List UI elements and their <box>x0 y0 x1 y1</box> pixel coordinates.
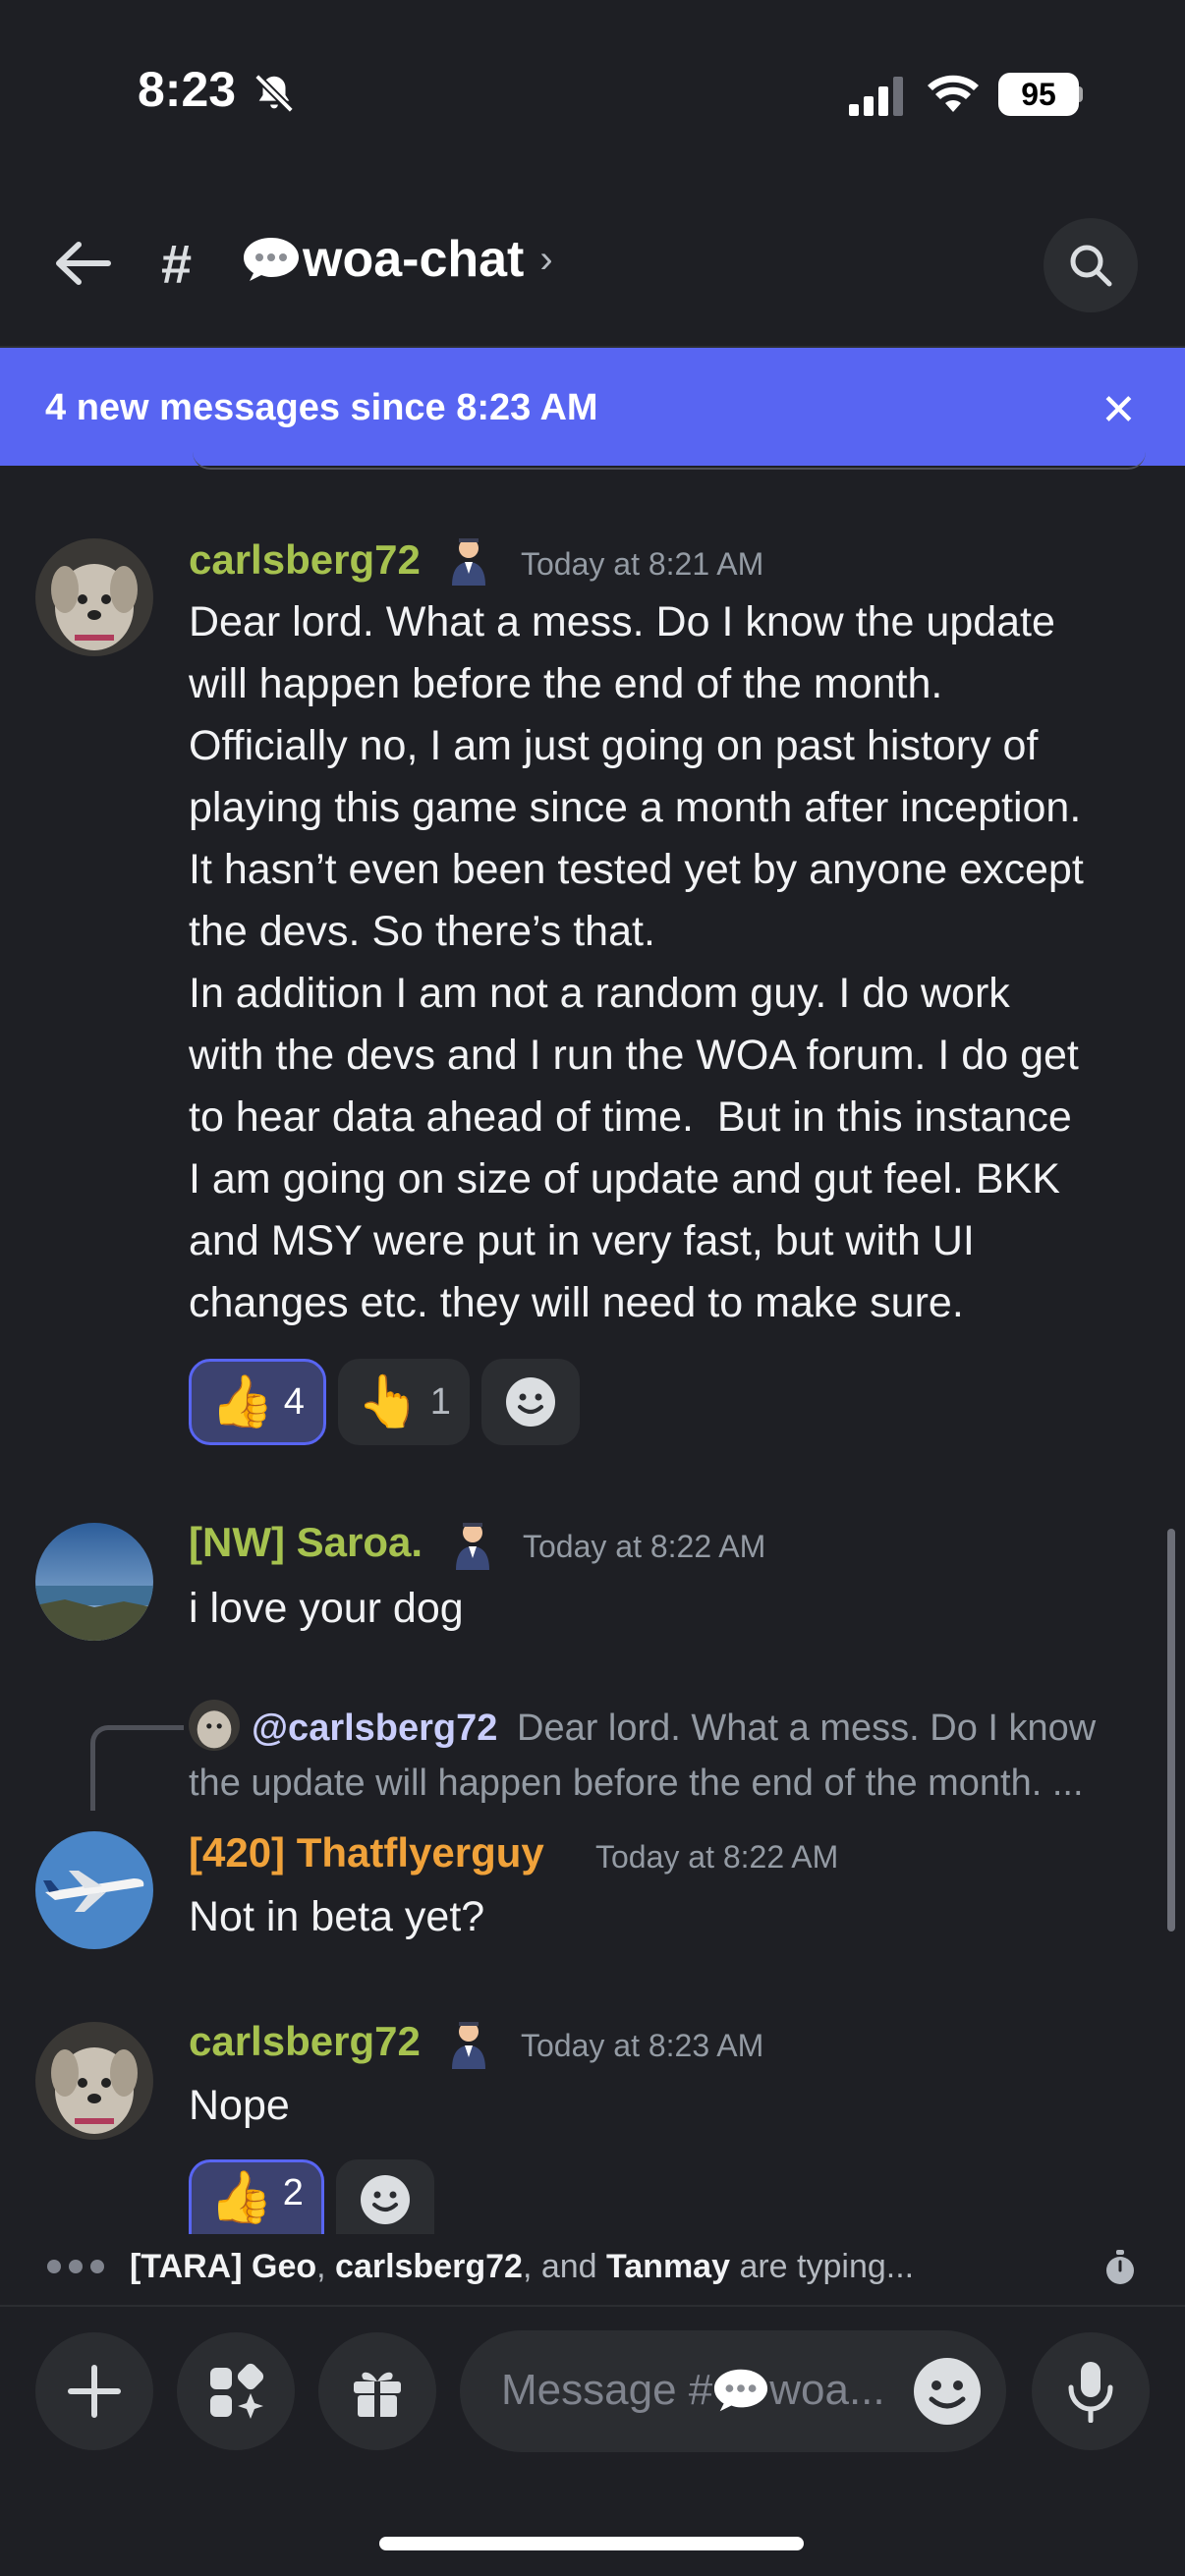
status-time: 8:23 <box>138 62 237 117</box>
arrow-left-icon <box>56 242 111 285</box>
message-text: Not in beta yet? <box>189 1893 485 1940</box>
message-text: Dear lord. What a mess. Do I know the up… <box>189 598 1084 1326</box>
message-timestamp: Today at 8:21 AM <box>521 546 764 582</box>
thumbs-up-emoji: 👍 <box>209 2169 273 2226</box>
gift-icon <box>354 2372 401 2417</box>
message-username[interactable]: carlsberg72 <box>189 2018 421 2065</box>
stopwatch-icon[interactable] <box>1100 2248 1140 2287</box>
plus-icon <box>68 2365 121 2418</box>
thumbs-up-emoji: 👍 <box>210 1373 274 1430</box>
speech-bubble-icon <box>244 238 299 281</box>
message-timestamp: Today at 8:23 AM <box>521 2028 764 2063</box>
typing-dots-icon <box>47 2260 104 2273</box>
reaction-thumbs-up[interactable]: 👍 2 <box>189 2159 324 2234</box>
cellular-signal-icon <box>849 77 903 116</box>
wifi-icon <box>928 75 979 112</box>
gift-button[interactable] <box>318 2332 436 2450</box>
message-username[interactable]: [420] Thatflyerguy <box>189 1829 544 1876</box>
new-messages-text[interactable]: 4 new messages since 8:23 AM <box>45 387 598 429</box>
message-timestamp: Today at 8:22 AM <box>595 1839 839 1875</box>
microphone-icon <box>1068 2362 1113 2423</box>
pilot-badge-icon <box>452 2022 485 2069</box>
pointing-up-emoji: 👆 <box>357 1373 421 1430</box>
airplane-avatar-image <box>35 1831 153 1949</box>
add-reaction-button[interactable] <box>481 1359 580 1445</box>
close-icon[interactable]: ✕ <box>1100 385 1137 435</box>
avatar[interactable] <box>35 1831 153 1949</box>
reply-preview-line2[interactable]: the update will happen before the end of… <box>189 1763 1084 1805</box>
message-text: Nope <box>189 2082 290 2129</box>
landscape-avatar-image <box>35 1523 153 1641</box>
reaction-thumbs-up[interactable]: 👍 4 <box>189 1359 326 1445</box>
smiley-icon <box>361 2175 410 2224</box>
message-username[interactable]: carlsberg72 <box>189 536 421 584</box>
add-attachment-button[interactable] <box>35 2332 153 2450</box>
apps-icon <box>210 2363 264 2419</box>
composer-divider <box>0 2305 1185 2307</box>
message-timestamp: Today at 8:22 AM <box>523 1529 766 1564</box>
channel-title[interactable]: woa-chat › <box>242 230 553 289</box>
dog-avatar-image <box>35 538 153 656</box>
message-text: i love your dog <box>189 1585 464 1632</box>
dog-avatar-image <box>189 1700 240 1751</box>
reply-avatar <box>189 1700 240 1751</box>
channel-name: woa-chat <box>303 231 525 288</box>
add-reaction-button[interactable] <box>336 2159 434 2234</box>
smiley-icon <box>506 1377 555 1427</box>
message-input-placeholder[interactable]: Message # woa... <box>501 2366 885 2415</box>
avatar[interactable] <box>35 2022 153 2140</box>
avatar[interactable] <box>35 1523 153 1641</box>
reaction-count: 1 <box>429 1380 451 1423</box>
avatar[interactable] <box>35 538 153 656</box>
previous-embed-edge <box>193 452 1146 470</box>
voice-message-button[interactable] <box>1032 2332 1150 2450</box>
typing-indicator-text: [TARA] Geo, carlsberg72, and Tanmay are … <box>130 2248 915 2285</box>
battery-nub <box>1077 86 1083 102</box>
back-button[interactable] <box>43 224 122 303</box>
battery-indicator: 95 <box>998 73 1079 116</box>
speech-bubble-icon <box>714 2369 768 2412</box>
reply-preview-line1[interactable]: Dear lord. What a mess. Do I know <box>517 1708 1096 1750</box>
home-indicator <box>379 2537 804 2550</box>
reaction-count: 2 <box>282 2172 304 2213</box>
dog-avatar-image <box>35 2022 153 2140</box>
apps-button[interactable] <box>177 2332 295 2450</box>
chevron-right-icon: › <box>539 237 553 281</box>
pilot-badge-icon <box>456 1523 489 1570</box>
bell-slash-icon <box>254 74 294 113</box>
scrollbar-thumb[interactable] <box>1167 1529 1175 1932</box>
search-icon <box>1070 245 1112 287</box>
reaction-point-up[interactable]: 👆 1 <box>338 1359 470 1445</box>
pilot-badge-icon <box>452 538 485 586</box>
reply-connector-line <box>90 1725 184 1811</box>
reaction-count: 4 <box>283 1380 305 1423</box>
channel-hash-icon: # <box>161 233 193 295</box>
reply-mention[interactable]: @carlsberg72 <box>252 1708 497 1750</box>
smiley-icon[interactable] <box>912 2356 983 2427</box>
message-username[interactable]: [NW] Saroa. <box>189 1519 423 1566</box>
search-button[interactable] <box>1044 218 1138 312</box>
